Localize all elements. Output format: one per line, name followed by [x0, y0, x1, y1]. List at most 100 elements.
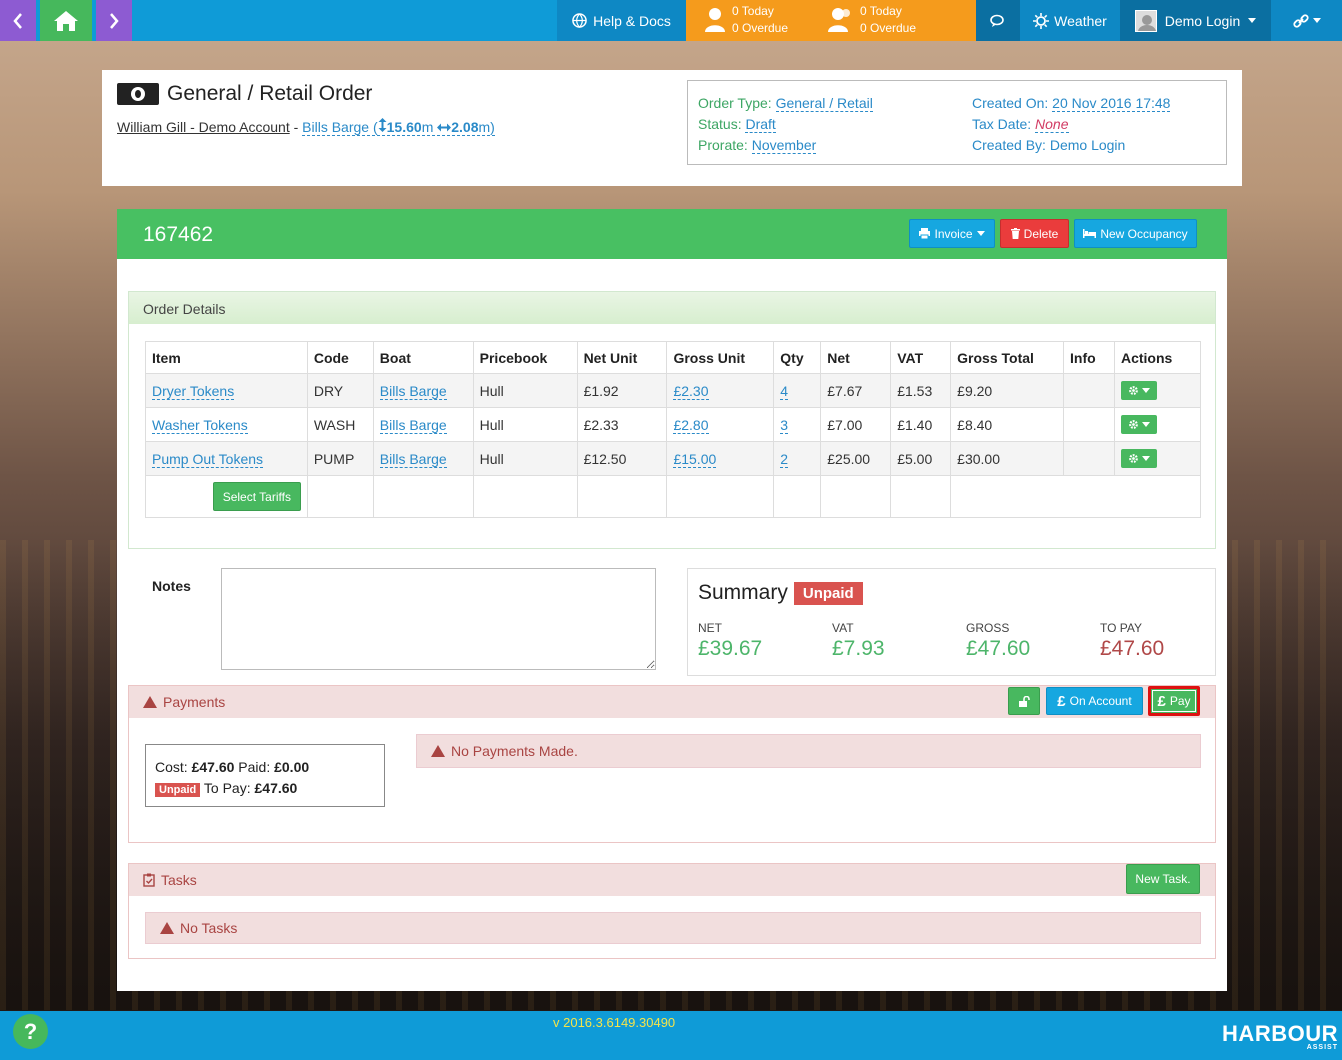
- column-header: Actions: [1113, 341, 1202, 374]
- created-on-value[interactable]: 20 Nov 2016 17:48: [1052, 95, 1171, 112]
- order-meta: Order Type: General / Retail Status: Dra…: [687, 80, 1227, 165]
- home-icon: [54, 10, 78, 31]
- money-icon: [117, 83, 159, 105]
- new-task-button[interactable]: New Task.: [1126, 864, 1200, 894]
- invoice-label: Invoice: [934, 226, 973, 241]
- new-occupancy-button[interactable]: New Occupancy: [1074, 219, 1197, 248]
- unlock-icon: [1018, 695, 1030, 707]
- arrivals-stat[interactable]: 0 Today 0 Overdue: [704, 3, 788, 37]
- order-type-value[interactable]: General / Retail: [775, 95, 873, 112]
- person-icon: [705, 8, 725, 32]
- column-header: Net: [820, 341, 892, 374]
- notes-label: Notes: [152, 578, 191, 594]
- back-button[interactable]: [0, 0, 36, 41]
- departures-overdue: 0 Overdue: [860, 21, 917, 35]
- qty-link[interactable]: 2: [780, 450, 789, 468]
- item-code: WASH: [306, 407, 374, 442]
- footer: ? v 2016.3.6149.30490 HARBOUR ASSIST: [0, 1011, 1342, 1060]
- order-subtitle: William Gill - Demo Account - Bills Barg…: [117, 118, 495, 136]
- boat-link[interactable]: Bills Barge: [379, 416, 447, 434]
- no-tasks-alert: No Tasks: [145, 912, 1201, 944]
- vat-value: £7.93: [832, 637, 885, 660]
- length-arrow-icon: [378, 118, 387, 132]
- item-code: PUMP: [306, 441, 374, 476]
- pricebook: Hull: [472, 407, 578, 442]
- boat-link[interactable]: Bills Barge: [379, 450, 447, 468]
- pay-button[interactable]: £ Pay: [1148, 686, 1200, 716]
- people-icon: [828, 8, 850, 32]
- gross-unit-link[interactable]: £2.30: [673, 382, 709, 400]
- pricebook: Hull: [472, 441, 578, 476]
- unlock-button[interactable]: [1008, 687, 1040, 715]
- order-title-text: General / Retail Order: [167, 82, 373, 105]
- qty-link[interactable]: 3: [780, 416, 789, 434]
- info-cell: [1063, 373, 1115, 408]
- boat-link[interactable]: Bills Barge: [379, 382, 447, 400]
- notes-input[interactable]: [221, 568, 656, 670]
- links-menu[interactable]: [1271, 0, 1342, 41]
- chevron-right-icon: [110, 12, 119, 29]
- trash-icon: [1010, 228, 1020, 239]
- row-actions-button[interactable]: [1120, 449, 1157, 468]
- avatar: [1134, 9, 1157, 32]
- chat-button[interactable]: [976, 0, 1020, 41]
- order-panel-header: 167462 Invoice Delete New Occupancy: [117, 209, 1227, 259]
- created-by-value: Demo Login: [1049, 137, 1126, 153]
- gear-icon: [1129, 386, 1138, 395]
- tax-date-value[interactable]: None: [1035, 116, 1069, 133]
- status-badge: Unpaid: [155, 783, 201, 797]
- item-link[interactable]: Dryer Tokens: [152, 382, 235, 400]
- gross-unit-link[interactable]: £15.00: [673, 450, 717, 468]
- boat-link[interactable]: Bills Barge (15.60m 2.08m): [302, 118, 495, 136]
- status-value[interactable]: Draft: [745, 116, 776, 133]
- prorate-value[interactable]: November: [751, 137, 817, 154]
- user-name: Demo Login: [1164, 12, 1241, 29]
- gross-total: £9.20: [950, 373, 1064, 408]
- printer-icon: [919, 228, 931, 239]
- status-badge: Unpaid: [793, 581, 863, 605]
- select-tariffs-button[interactable]: Select Tariffs: [212, 482, 301, 511]
- table-footer-row: Select Tariffs: [145, 475, 1201, 518]
- weather-button[interactable]: Weather: [1020, 0, 1120, 41]
- net-unit: £1.92: [576, 373, 668, 408]
- order-header: General / Retail Order William Gill - De…: [102, 70, 1242, 186]
- on-account-button[interactable]: £ On Account: [1046, 687, 1143, 715]
- pound-icon: £: [1057, 692, 1066, 710]
- invoice-button[interactable]: Invoice: [909, 219, 995, 248]
- qty-link[interactable]: 4: [780, 382, 789, 400]
- row-actions-button[interactable]: [1120, 381, 1157, 400]
- caret-down-icon: [1248, 18, 1257, 23]
- no-tasks-text: No Tasks: [180, 920, 238, 936]
- paid-label: Paid:: [238, 759, 271, 775]
- gross-unit-link[interactable]: £2.80: [673, 416, 709, 434]
- info-cell: [1063, 441, 1115, 476]
- net: £25.00: [820, 441, 892, 476]
- vat: £1.40: [890, 407, 952, 442]
- user-menu[interactable]: Demo Login: [1120, 0, 1271, 41]
- home-button[interactable]: [40, 0, 92, 41]
- item-link[interactable]: Pump Out Tokens: [152, 450, 264, 468]
- help-question-button[interactable]: ?: [13, 1014, 48, 1049]
- column-header: Net Unit: [576, 341, 668, 374]
- column-header: Gross Total: [950, 341, 1064, 374]
- tasks-title: Tasks: [161, 872, 197, 888]
- forward-button[interactable]: [96, 0, 132, 41]
- caret-down-icon: [1141, 388, 1150, 393]
- row-actions-button[interactable]: [1120, 415, 1157, 434]
- item-link[interactable]: Washer Tokens: [152, 416, 248, 434]
- help-docs-button[interactable]: Help & Docs: [557, 0, 686, 41]
- cost-label: Cost:: [155, 759, 188, 775]
- warning-icon: [431, 745, 445, 757]
- gross-label: GROSS: [966, 621, 1010, 635]
- to-pay-value: £47.60: [254, 780, 298, 796]
- cost-value: £47.60: [191, 759, 235, 775]
- beam-unit: m: [478, 119, 491, 135]
- subtitle-separator: -: [293, 119, 299, 135]
- order-items-table: Item Code Boat Pricebook Net Unit Gross …: [145, 341, 1202, 518]
- column-header: Info: [1063, 341, 1115, 374]
- warning-icon: [160, 922, 174, 934]
- delete-button[interactable]: Delete: [1000, 219, 1069, 248]
- departures-stat[interactable]: 0 Today 0 Overdue: [828, 3, 916, 37]
- payments-title: Payments: [163, 694, 226, 710]
- account-link[interactable]: William Gill - Demo Account: [117, 119, 290, 135]
